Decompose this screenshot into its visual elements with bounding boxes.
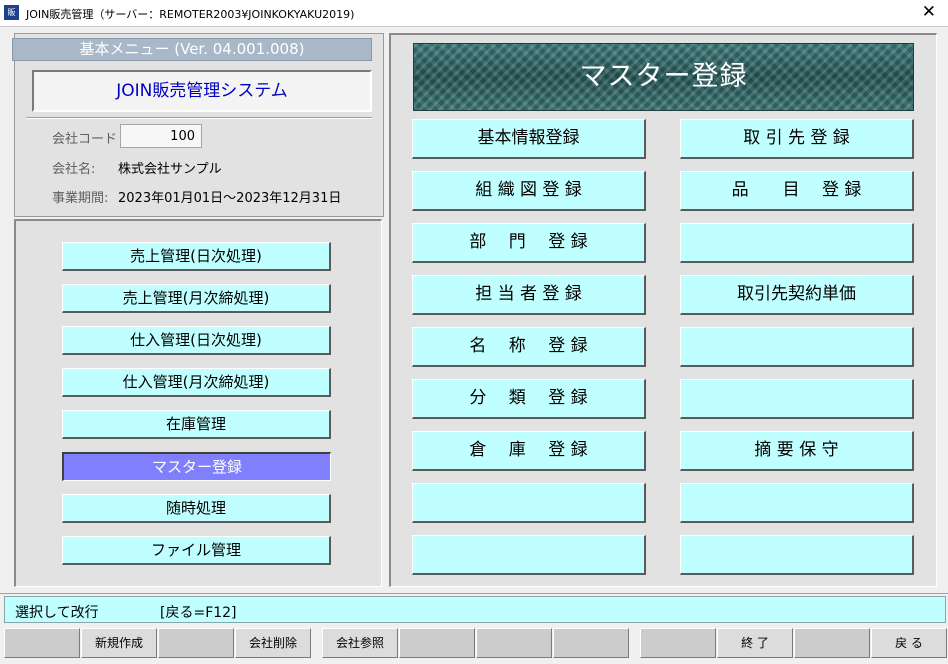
blank-master-button[interactable]: [412, 535, 646, 575]
company-name-label: 会社名:: [52, 162, 96, 177]
info-divider: [26, 117, 372, 119]
blank-master-button[interactable]: [680, 483, 914, 523]
blank-master-button[interactable]: [680, 535, 914, 575]
function-key-3[interactable]: [158, 628, 234, 658]
menu-purchase-monthly-button[interactable]: 仕入管理(月次締処理): [62, 368, 331, 397]
customer-registration-button[interactable]: 取 引 先 登 録: [680, 119, 914, 159]
company-code-label: 会社コード: [52, 132, 118, 147]
close-icon[interactable]: ✕: [922, 2, 936, 22]
function-key-9[interactable]: [640, 628, 716, 658]
summary-maintenance-button[interactable]: 摘 要 保 守: [680, 431, 914, 471]
function-key-6[interactable]: [399, 628, 475, 658]
exit-button[interactable]: 終 了: [717, 628, 793, 658]
warehouse-registration-button[interactable]: 倉 庫 登 録: [412, 431, 646, 471]
blank-master-button[interactable]: [680, 223, 914, 263]
business-period-value: 2023年01月01日～2023年12月31日: [118, 191, 342, 206]
system-name: JOIN販売管理システム: [32, 70, 372, 112]
customer-contract-price-button[interactable]: 取引先契約単価: [680, 275, 914, 315]
menu-inventory-button[interactable]: 在庫管理: [62, 410, 331, 439]
main-menu-panel: [14, 219, 382, 587]
status-hint: [戻る=F12]: [160, 605, 237, 621]
menu-ad-hoc-processing-button[interactable]: 随時処理: [62, 494, 331, 523]
new-create-button[interactable]: 新規作成: [81, 628, 157, 658]
menu-sales-monthly-button[interactable]: 売上管理(月次締処理): [62, 284, 331, 313]
blank-master-button[interactable]: [680, 379, 914, 419]
category-registration-button[interactable]: 分 類 登 録: [412, 379, 646, 419]
company-delete-button[interactable]: 会社削除: [235, 628, 311, 658]
blank-master-button[interactable]: [412, 483, 646, 523]
function-key-7[interactable]: [476, 628, 552, 658]
function-key-1[interactable]: [4, 628, 80, 658]
department-registration-button[interactable]: 部 門 登 録: [412, 223, 646, 263]
company-name-value: 株式会社サンプル: [118, 162, 222, 177]
window-title: JOIN販売管理（サーバー：REMOTER2003¥JOINKOKYAKU201…: [26, 8, 355, 21]
basic-info-registration-button[interactable]: 基本情報登録: [412, 119, 646, 159]
menu-sales-daily-button[interactable]: 売上管理(日次処理): [62, 242, 331, 271]
menu-master-registration-button[interactable]: マスター登録: [62, 452, 331, 481]
menu-purchase-daily-button[interactable]: 仕入管理(日次処理): [62, 326, 331, 355]
company-reference-button[interactable]: 会社参照: [322, 628, 398, 658]
staff-registration-button[interactable]: 担 当 者 登 録: [412, 275, 646, 315]
blank-master-button[interactable]: [680, 327, 914, 367]
name-registration-button[interactable]: 名 称 登 録: [412, 327, 646, 367]
function-key-11[interactable]: [794, 628, 870, 658]
item-registration-button[interactable]: 品 目 登 録: [680, 171, 914, 211]
menu-file-management-button[interactable]: ファイル管理: [62, 536, 331, 565]
status-bar: 選択して改行 [戻る=F12]: [4, 596, 946, 623]
window-titlebar: 販 JOIN販売管理（サーバー：REMOTER2003¥JOINKOKYAKU2…: [0, 0, 948, 27]
status-message: 選択して改行: [15, 605, 99, 621]
company-code-field[interactable]: 100: [120, 124, 202, 148]
app-icon: 販: [4, 5, 19, 20]
menu-version-header: 基本メニュー (Ver. 04.001.008): [12, 38, 372, 61]
master-title-banner: マスター登録: [413, 43, 914, 111]
function-key-8[interactable]: [553, 628, 629, 658]
back-button[interactable]: 戻 る: [871, 628, 947, 658]
org-chart-registration-button[interactable]: 組 織 図 登 録: [412, 171, 646, 211]
business-period-label: 事業期間:: [52, 191, 109, 206]
